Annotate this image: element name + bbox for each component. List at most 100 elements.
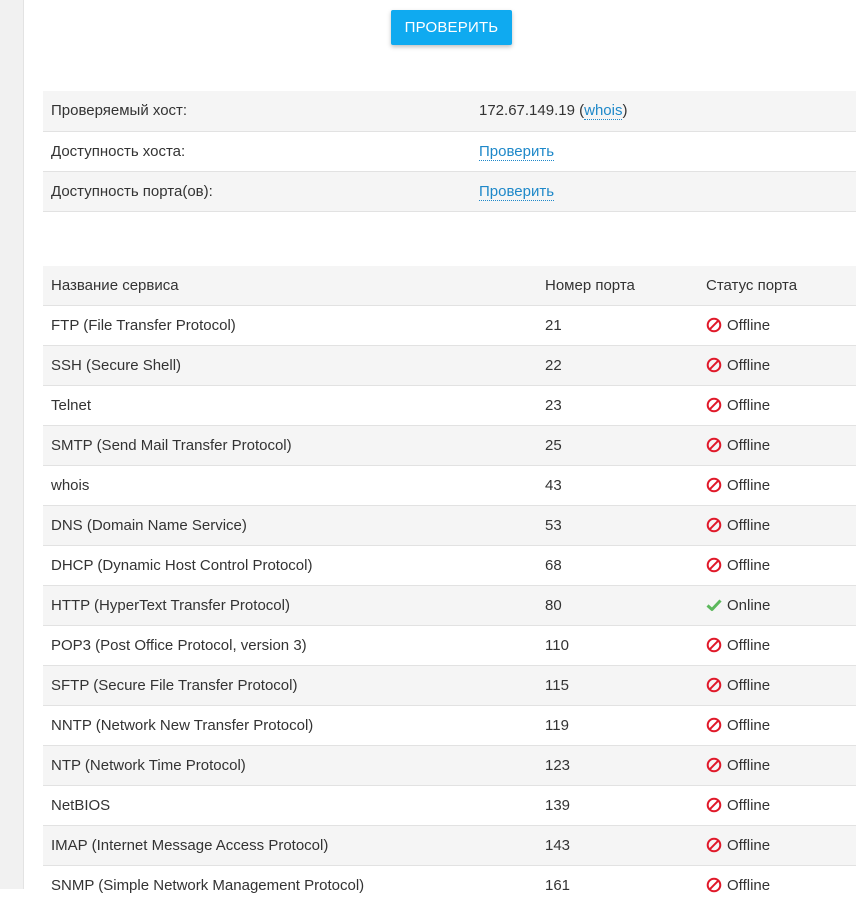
no-entry-icon [706,837,722,853]
service-name: IMAP (Internet Message Access Protocol) [51,836,329,854]
no-entry-icon [706,517,722,533]
port-status: Offline [698,705,856,745]
port-status: Offline [698,785,856,825]
no-entry-icon [706,557,722,573]
service-name: SSH (Secure Shell) [51,356,182,374]
table-row: HTTP (HyperText Transfer Protocol) 80 Onli… [43,585,856,625]
port-status: Offline [698,345,856,385]
status-text: Offline [727,436,771,454]
port-status: Offline [698,825,856,865]
no-entry-icon [706,677,722,693]
table-row: DHCP (Dynamic Host Control Protocol) 68 Of… [43,545,856,585]
no-entry-icon [706,477,722,493]
table-row: SMTP (Send Mail Transfer Protocol) 25 Offl… [43,425,856,465]
port-status-table: Название сервиса Номер порта Статус порт… [43,266,856,905]
service-name: SNMP (Simple Network Management Protocol… [51,876,365,894]
status-text: Offline [727,796,771,814]
table-row: SNMP (Simple Network Management Protocol… [43,865,856,905]
port-number: 22 [545,356,562,374]
status-text: Online [727,596,771,614]
port-number: 25 [545,436,562,454]
port-number: 110 [545,636,569,654]
port-availability-row: Доступность порта(ов): Проверить [43,171,856,211]
table-row: FTP (File Transfer Protocol) 21 Offline [43,305,856,345]
service-name: NetBIOS [51,796,111,814]
port-status: Offline [698,865,856,905]
service-name: DNS (Domain Name Service) [51,516,247,534]
no-entry-icon [706,757,722,773]
host-info-table: Проверяемый хост: 172.67.149.19 (whois) … [43,91,856,212]
status-text: Offline [727,476,771,494]
port-status: Offline [698,505,856,545]
no-entry-icon [706,397,722,413]
port-number: 80 [545,596,562,614]
check-host-link[interactable]: Проверить [479,142,555,161]
port-status: Offline [698,305,856,345]
port-number: 53 [545,516,562,534]
table-row: NNTP (Network New Transfer Protocol) 119 O… [43,705,856,745]
no-entry-icon [706,717,722,733]
status-text: Offline [727,396,771,414]
status-text: Offline [727,356,771,374]
port-status: Offline [698,625,856,665]
status-text: Offline [727,676,771,694]
port-number: 143 [545,836,571,854]
service-name: DHCP (Dynamic Host Control Protocol) [51,556,313,574]
whois-link[interactable]: whois [584,102,623,121]
service-name: NNTP (Network New Transfer Protocol) [51,716,314,734]
port-number: 115 [545,676,569,694]
port-number: 123 [545,756,571,774]
service-name: SMTP (Send Mail Transfer Protocol) [51,436,292,454]
port-status: Offline [698,665,856,705]
table-row: SFTP (Secure File Transfer Protocol) 115 O… [43,665,856,705]
host-value: 172.67.149.19 (whois) [479,102,628,121]
port-number: 43 [545,476,562,494]
service-name: NTP (Network Time Protocol) [51,756,246,774]
port-status: Online [698,585,856,625]
check-button[interactable]: ПРОВЕРИТЬ [391,10,512,45]
status-text: Offline [727,636,771,654]
table-row: Telnet 23 Offline [43,385,856,425]
host-availability-row: Доступность хоста: Проверить [43,131,856,171]
table-row: POP3 (Post Office Protocol, version 3) 11… [43,625,856,665]
table-row: SSH (Secure Shell) 22 Offline [43,345,856,385]
table-row: IMAP (Internet Message Access Protocol) 1… [43,825,856,865]
left-sidebar-edge [0,0,24,889]
status-text: Offline [727,876,771,894]
port-number: 21 [545,316,562,334]
status-text: Offline [727,836,771,854]
status-text: Offline [727,556,771,574]
host-ip: 172.67.149.19 [479,102,575,120]
table-row: whois 43 Offline [43,465,856,505]
header-status: Статус порта [706,276,798,294]
port-number: 139 [545,796,571,814]
host-row: Проверяемый хост: 172.67.149.19 (whois) [43,91,856,131]
service-name: whois [51,476,90,494]
header-service: Название сервиса [51,276,179,294]
table-row: NetBIOS 139 Offline [43,785,856,825]
port-number: 119 [545,716,569,734]
check-ports-link[interactable]: Проверить [479,182,555,201]
no-entry-icon [706,437,722,453]
port-status: Offline [698,545,856,585]
table-header-row: Название сервиса Номер порта Статус порт… [43,266,856,305]
no-entry-icon [706,317,722,333]
port-availability-label: Доступность порта(ов): [51,182,213,200]
status-text: Offline [727,516,771,534]
port-number: 68 [545,556,562,574]
status-text: Offline [727,756,771,774]
header-port: Номер порта [545,276,635,294]
no-entry-icon [706,357,722,373]
port-status: Offline [698,425,856,465]
port-number: 23 [545,396,562,414]
host-label: Проверяемый хост: [51,102,188,120]
status-text: Offline [727,716,771,734]
checkmark-icon [706,597,722,613]
no-entry-icon [706,797,722,813]
no-entry-icon [706,637,722,653]
port-status: Offline [698,465,856,505]
table-row: NTP (Network Time Protocol) 123 Offline [43,745,856,785]
service-name: FTP (File Transfer Protocol) [51,316,236,334]
port-status: Offline [698,385,856,425]
service-name: POP3 (Post Office Protocol, version 3) [51,636,307,654]
